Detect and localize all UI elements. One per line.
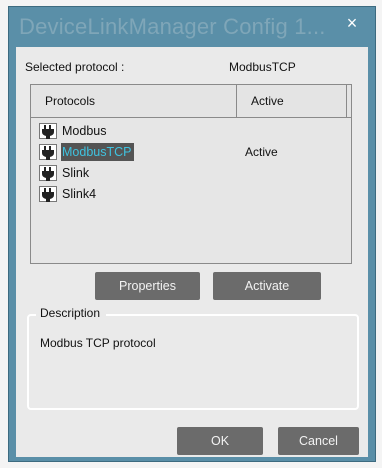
- dialog-body: Selected protocol : ModbusTCP Protocols …: [16, 47, 368, 457]
- properties-button[interactable]: Properties: [95, 272, 200, 300]
- selected-protocol-value: ModbusTCP: [229, 60, 296, 74]
- title-bar[interactable]: DeviceLinkManager Config 1... ×: [9, 7, 375, 47]
- selected-protocol-label: Selected protocol :: [25, 60, 125, 74]
- column-header-active[interactable]: Active: [237, 85, 347, 117]
- list-item-modbus[interactable]: Modbus: [39, 121, 339, 141]
- protocol-name: Slink4: [62, 187, 97, 201]
- protocol-name: ModbusTCP: [61, 143, 135, 161]
- activate-button[interactable]: Activate: [213, 272, 321, 300]
- cancel-button[interactable]: Cancel: [278, 427, 359, 455]
- list-header: Protocols Active: [31, 85, 351, 118]
- plug-icon: [39, 165, 57, 181]
- protocol-name: Slink: [62, 166, 90, 180]
- list-item-modbustcp[interactable]: ModbusTCP Active: [39, 142, 339, 162]
- plug-icon: [39, 186, 57, 202]
- list-item-slink[interactable]: Slink: [39, 163, 339, 183]
- description-group-title: Description: [36, 306, 107, 320]
- ok-button[interactable]: OK: [177, 427, 263, 455]
- plug-icon: [39, 144, 57, 160]
- protocol-list[interactable]: Protocols Active Modbus ModbusTCP Active…: [30, 84, 352, 264]
- protocol-name: Modbus: [62, 124, 107, 138]
- window-title: DeviceLinkManager Config 1...: [19, 14, 326, 39]
- config-dialog: DeviceLinkManager Config 1... × Selected…: [8, 6, 376, 462]
- description-text: Modbus TCP protocol: [40, 336, 156, 350]
- column-header-protocols[interactable]: Protocols: [31, 85, 237, 117]
- list-item-slink4[interactable]: Slink4: [39, 184, 339, 204]
- description-group: [27, 314, 359, 410]
- close-button[interactable]: ×: [341, 12, 363, 34]
- plug-icon: [39, 123, 57, 139]
- protocol-active-status: Active: [245, 145, 278, 159]
